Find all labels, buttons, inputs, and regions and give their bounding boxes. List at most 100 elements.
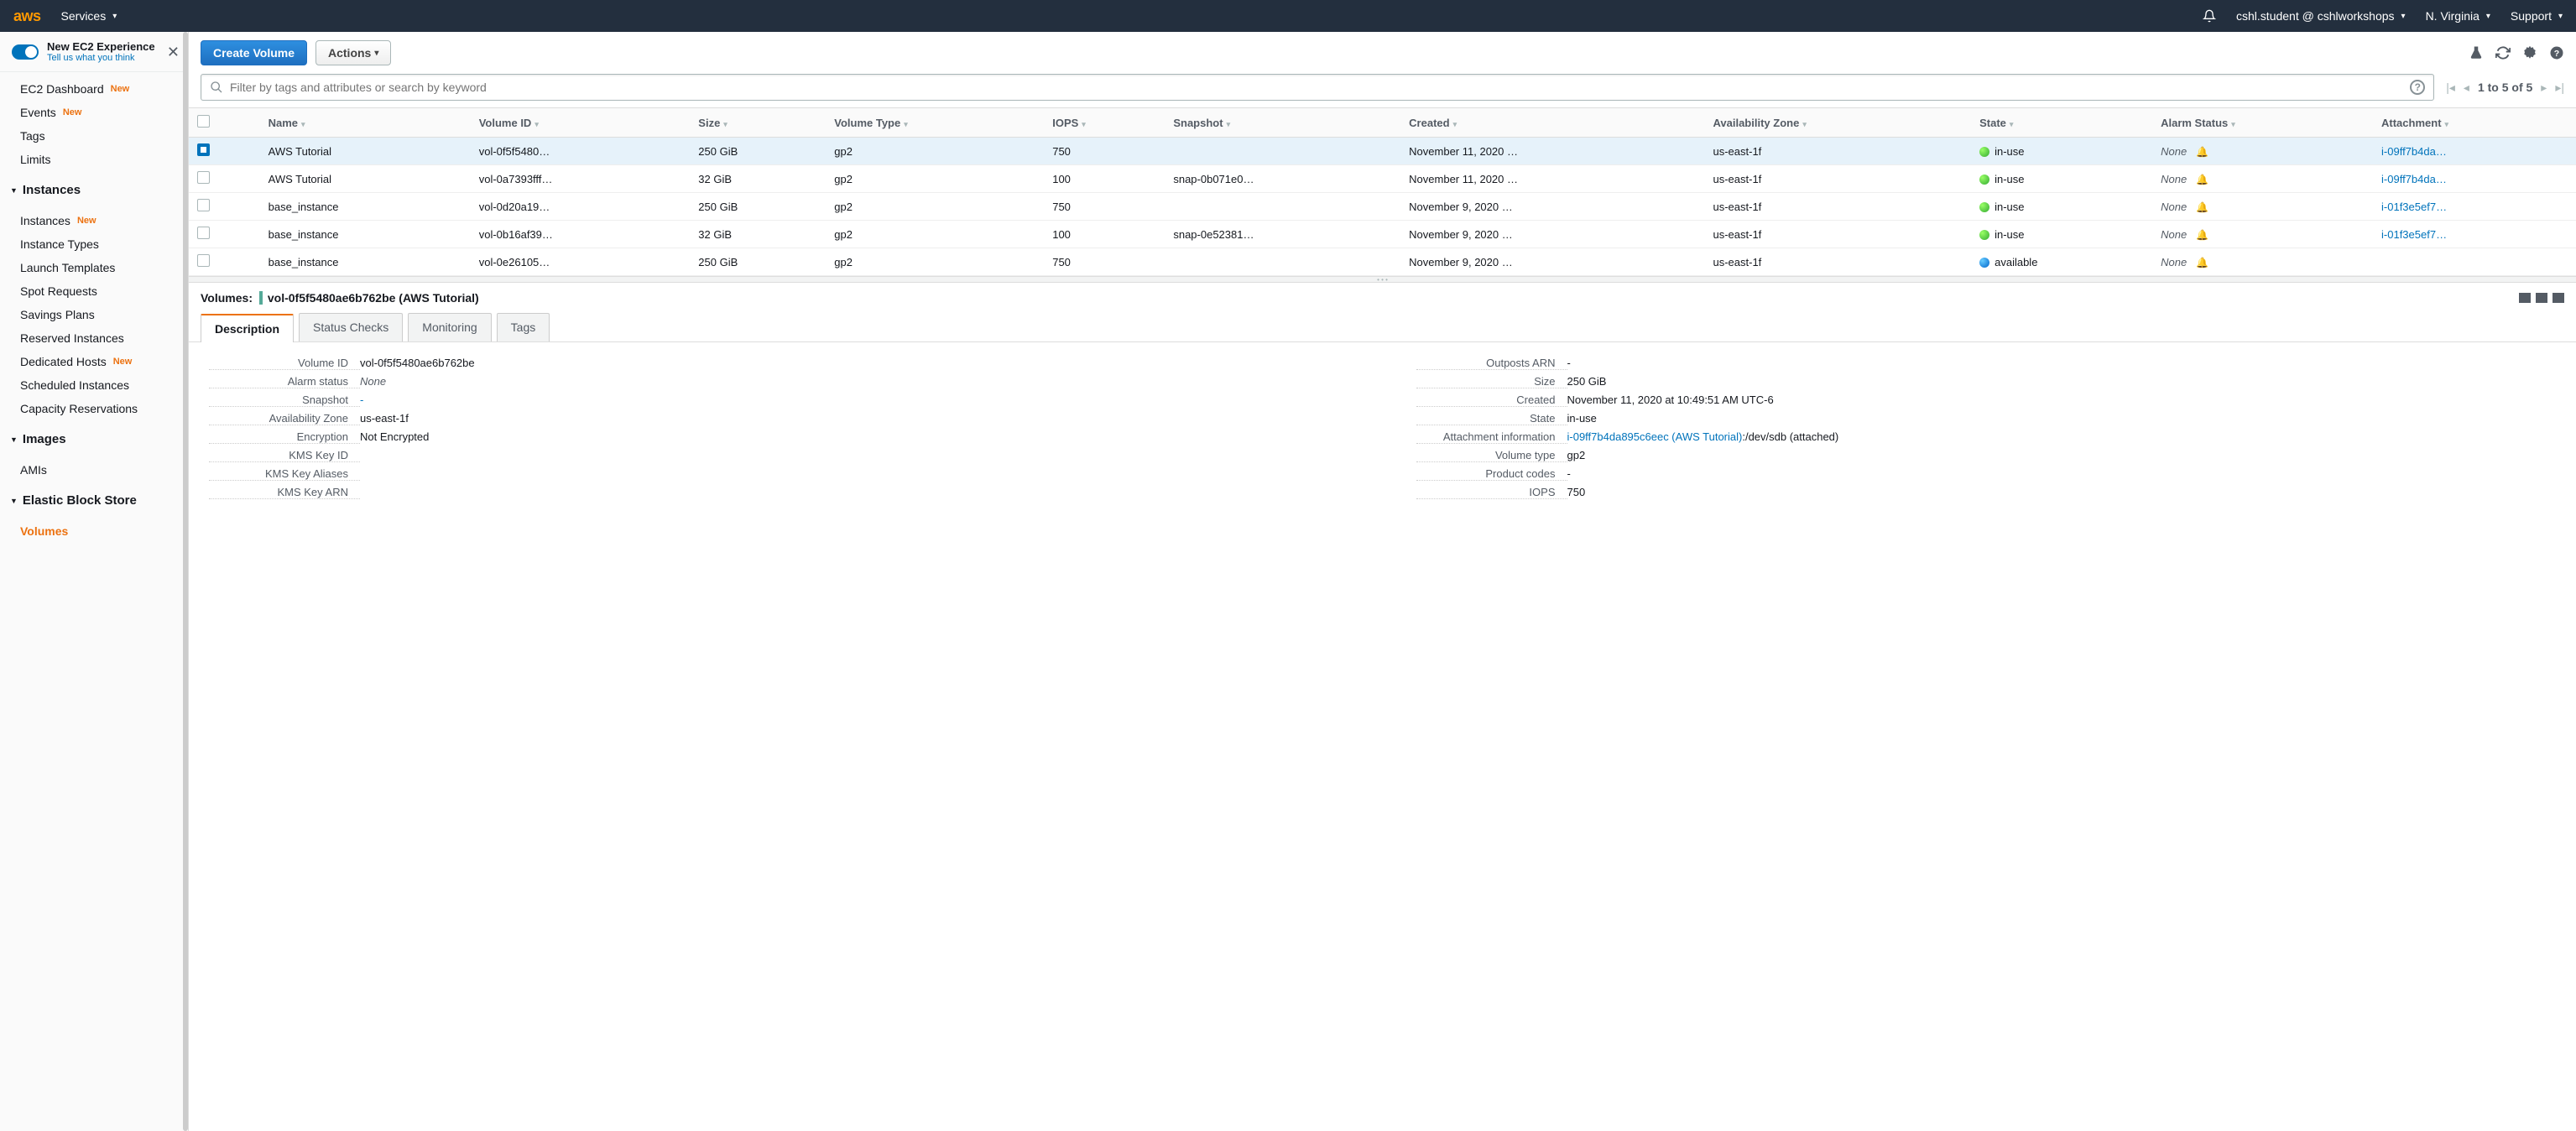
flask-icon[interactable] (2469, 45, 2484, 60)
row-checkbox[interactable] (197, 199, 210, 211)
alarm-icon[interactable] (2196, 173, 2209, 185)
services-menu[interactable]: Services (61, 9, 117, 23)
detail-tab[interactable]: Status Checks (299, 313, 403, 341)
pagination: |◂ ◂ 1 to 5 of 5 ▸ ▸| (2446, 81, 2564, 95)
settings-icon[interactable] (2522, 45, 2537, 60)
column-header[interactable]: Alarm Status▾ (2152, 108, 2373, 138)
page-prev-icon[interactable]: ◂ (2464, 81, 2469, 95)
sidebar-item[interactable]: Volumes (0, 519, 188, 543)
sidebar-item[interactable]: AMIs (0, 458, 188, 482)
sidebar-item[interactable]: Launch Templates (0, 256, 188, 279)
column-header[interactable]: Created▾ (1400, 108, 1704, 138)
aws-logo[interactable]: aws (13, 8, 41, 25)
region-menu[interactable]: N. Virginia (2426, 9, 2490, 23)
filter-box[interactable]: ? (201, 74, 2434, 101)
cell-volume-id: vol-0d20a19… (471, 193, 691, 221)
sidebar-item[interactable]: InstancesNew (0, 209, 188, 232)
support-menu[interactable]: Support (2511, 9, 2563, 23)
cell-volume-id: vol-0a7393fff… (471, 165, 691, 193)
select-all-checkbox[interactable] (197, 115, 210, 128)
cell-type: gp2 (826, 138, 1044, 165)
sidebar-scrollbar[interactable] (183, 32, 188, 1131)
detail-tab[interactable]: Description (201, 314, 294, 342)
cell-volume-id: vol-0e26105… (471, 248, 691, 276)
table-row[interactable]: base_instance vol-0d20a19… 250 GiB gp2 7… (189, 193, 2576, 221)
column-header[interactable]: IOPS▾ (1044, 108, 1165, 138)
table-row[interactable]: base_instance vol-0e26105… 250 GiB gp2 7… (189, 248, 2576, 276)
new-experience-title: New EC2 Experience (47, 40, 155, 53)
panel-layout-2-icon[interactable] (2536, 293, 2547, 303)
column-header[interactable]: Availability Zone▾ (1704, 108, 1971, 138)
cell-name: base_instance (260, 193, 471, 221)
actions-button[interactable]: Actions ▾ (315, 40, 391, 65)
volumes-table: Name▾Volume ID▾Size▾Volume Type▾IOPS▾Sna… (189, 108, 2576, 276)
help-icon[interactable]: ? (2549, 45, 2564, 60)
alarm-icon[interactable] (2196, 228, 2209, 240)
panel-layout-3-icon[interactable] (2553, 293, 2564, 303)
row-checkbox[interactable] (197, 171, 210, 184)
page-last-icon[interactable]: ▸| (2555, 81, 2564, 95)
panel-layout-1-icon[interactable] (2519, 293, 2531, 303)
sidebar-item[interactable]: Spot Requests (0, 279, 188, 303)
detail-value[interactable]: i-09ff7b4da895c6eec (AWS Tutorial):/dev/… (1567, 430, 1839, 443)
row-checkbox[interactable] (197, 254, 210, 267)
close-icon[interactable]: ✕ (167, 44, 180, 61)
page-next-icon[interactable]: ▸ (2541, 81, 2547, 95)
cell-state: in-use (1971, 221, 2152, 248)
column-header[interactable]: Attachment▾ (2373, 108, 2576, 138)
detail-value[interactable]: - (360, 394, 363, 406)
create-volume-button[interactable]: Create Volume (201, 40, 307, 65)
filter-help-icon[interactable]: ? (2410, 80, 2425, 95)
filter-input[interactable] (230, 81, 2403, 94)
column-header[interactable]: Volume ID▾ (471, 108, 691, 138)
cell-attachment[interactable]: i-01f3e5ef7… (2373, 221, 2576, 248)
column-header[interactable]: Snapshot▾ (1165, 108, 1400, 138)
cell-state: in-use (1971, 165, 2152, 193)
sidebar-item[interactable]: Tags (0, 124, 188, 148)
sidebar-item[interactable]: Savings Plans (0, 303, 188, 326)
cell-attachment[interactable]: i-01f3e5ef7… (2373, 193, 2576, 221)
cell-attachment[interactable] (2373, 248, 2576, 276)
sidebar-item[interactable]: Scheduled Instances (0, 373, 188, 397)
sidebar-item[interactable]: Instance Types (0, 232, 188, 256)
alarm-icon[interactable] (2196, 145, 2209, 157)
column-header[interactable]: Size▾ (690, 108, 826, 138)
cell-iops: 100 (1044, 165, 1165, 193)
table-row[interactable]: base_instance vol-0b16af39… 32 GiB gp2 1… (189, 221, 2576, 248)
sidebar-item[interactable]: Dedicated HostsNew (0, 350, 188, 373)
cell-alarm: None (2152, 193, 2373, 221)
cell-attachment[interactable]: i-09ff7b4da… (2373, 138, 2576, 165)
detail-label: Outposts ARN (1416, 357, 1567, 370)
sidebar-section-header[interactable]: Images (0, 425, 188, 453)
cell-snapshot (1165, 248, 1400, 276)
alarm-icon[interactable] (2196, 256, 2209, 268)
refresh-icon[interactable] (2495, 45, 2511, 60)
detail-tab[interactable]: Monitoring (408, 313, 491, 341)
column-header[interactable]: Volume Type▾ (826, 108, 1044, 138)
new-experience-toggle[interactable] (12, 44, 39, 60)
column-header[interactable]: State▾ (1971, 108, 2152, 138)
sidebar-item[interactable]: EC2 DashboardNew (0, 77, 188, 101)
table-row[interactable]: AWS Tutorial vol-0f5f5480… 250 GiB gp2 7… (189, 138, 2576, 165)
sidebar-item[interactable]: Limits (0, 148, 188, 171)
cell-attachment[interactable]: i-09ff7b4da… (2373, 165, 2576, 193)
detail-title: Volumes: vol-0f5f5480ae6b762be (AWS Tuto… (201, 291, 479, 305)
alarm-icon[interactable] (2196, 201, 2209, 212)
notifications-icon[interactable] (2203, 9, 2216, 23)
panel-splitter[interactable]: • • • (189, 276, 2576, 283)
sidebar-section-header[interactable]: Instances (0, 176, 188, 204)
cell-created: November 9, 2020 … (1400, 193, 1704, 221)
sidebar-item[interactable]: EventsNew (0, 101, 188, 124)
column-header[interactable]: Name▾ (260, 108, 471, 138)
row-checkbox[interactable] (197, 227, 210, 239)
page-first-icon[interactable]: |◂ (2446, 81, 2455, 95)
sidebar-item[interactable]: Reserved Instances (0, 326, 188, 350)
row-checkbox[interactable] (197, 143, 210, 156)
sidebar-item[interactable]: Capacity Reservations (0, 397, 188, 420)
sidebar-section-header[interactable]: Elastic Block Store (0, 487, 188, 514)
detail-tab[interactable]: Tags (497, 313, 550, 341)
account-menu[interactable]: cshl.student @ cshlworkshops (2236, 9, 2406, 23)
table-row[interactable]: AWS Tutorial vol-0a7393fff… 32 GiB gp2 1… (189, 165, 2576, 193)
new-experience-feedback-link[interactable]: Tell us what you think (47, 53, 155, 63)
detail-row: Alarm statusNone (209, 373, 1349, 391)
